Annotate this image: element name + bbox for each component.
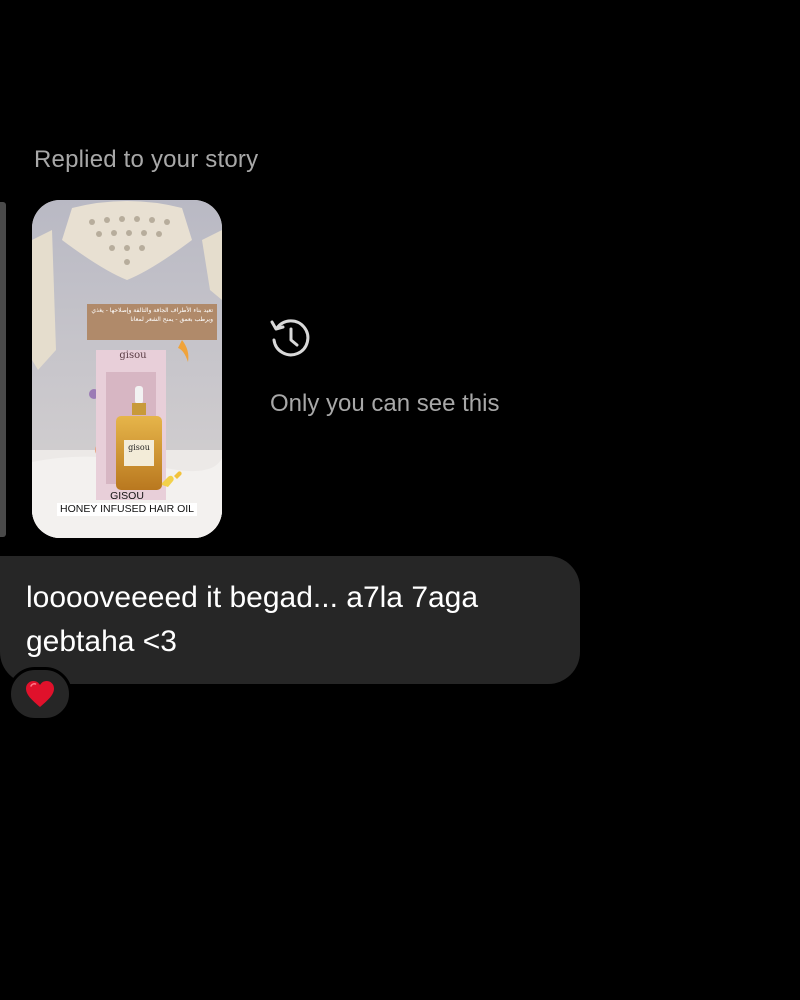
reply-indicator-bar (0, 202, 6, 537)
heart-icon (26, 681, 54, 707)
message-text: looooveeeed it begad... a7la 7aga gebtah… (26, 581, 479, 658)
caption-brand: GISOU (110, 490, 144, 502)
only-you-can-see-note: Only you can see this (270, 390, 500, 417)
caption-product: HONEY INFUSED HAIR OIL (57, 503, 197, 516)
story-arabic-caption: تعيد بناء الأطراف الجافة والتالفة وإصلاح… (87, 304, 217, 340)
box-brand-label: gisou (119, 350, 147, 361)
heart-reaction[interactable] (8, 667, 72, 721)
history-icon (270, 319, 310, 357)
story-image (32, 200, 222, 538)
story-thumbnail[interactable]: تعيد بناء الأطراف الجافة والتالفة وإصلاح… (32, 200, 222, 538)
story-product-caption: GISOU HONEY INFUSED HAIR OIL (32, 490, 222, 516)
bottle-brand-label: gisou (128, 443, 150, 452)
message-bubble[interactable]: looooveeeed it begad... a7la 7aga gebtah… (0, 556, 580, 684)
replied-to-story-label: Replied to your story (34, 146, 259, 173)
